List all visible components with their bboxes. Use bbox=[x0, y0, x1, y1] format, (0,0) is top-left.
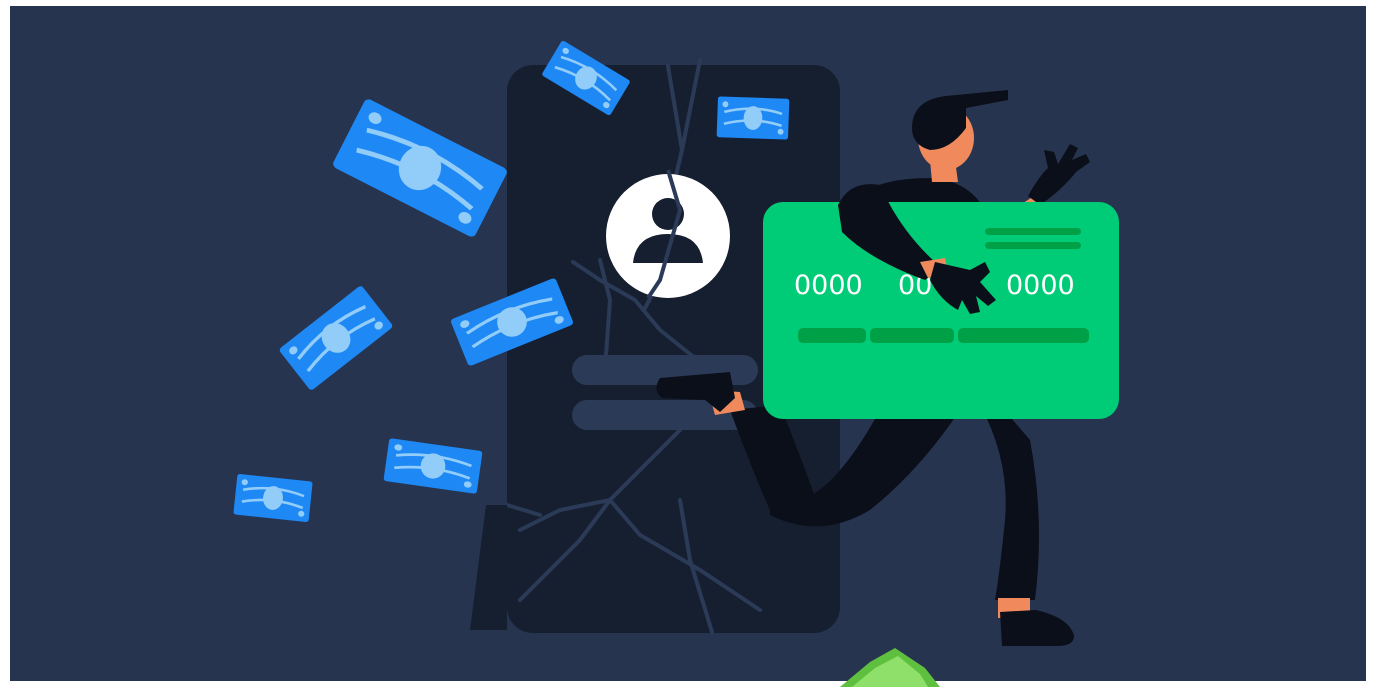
card-stripe bbox=[985, 242, 1081, 249]
banknote-icon bbox=[231, 472, 315, 524]
credit-card-icon: 0000 00 0000 bbox=[763, 202, 1119, 419]
card-number-group: 0000 bbox=[794, 270, 863, 301]
card-bar bbox=[958, 328, 1089, 343]
card-bar bbox=[870, 328, 954, 343]
card-bar bbox=[798, 328, 866, 343]
card-stripe bbox=[985, 228, 1081, 235]
card-number-group: 0000 bbox=[1006, 270, 1075, 301]
banknote-icon bbox=[715, 95, 791, 141]
illustration: 0000 00 0000 bbox=[0, 0, 1376, 687]
